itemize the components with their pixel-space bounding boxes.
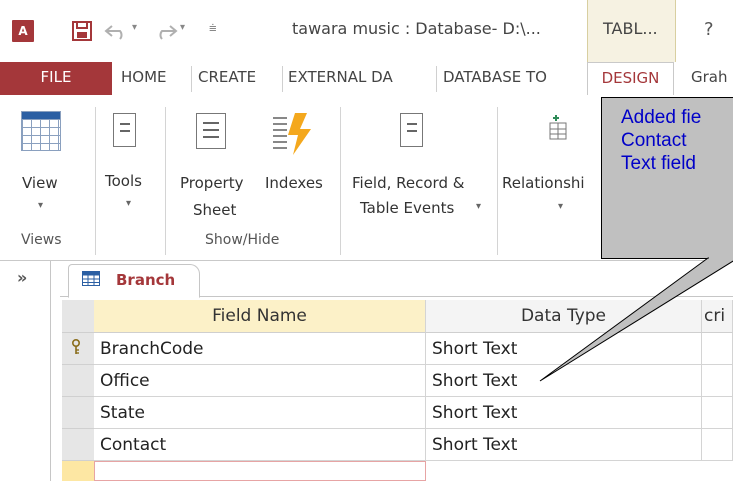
- tools-button[interactable]: Tools: [105, 168, 142, 194]
- column-header-description[interactable]: cri: [702, 300, 733, 333]
- column-header-field-name[interactable]: Field Name: [94, 300, 426, 333]
- tab-external-data[interactable]: EXTERNAL DA: [283, 62, 398, 95]
- navigation-pane-toggle[interactable]: »: [17, 268, 27, 287]
- description-cell[interactable]: [702, 365, 733, 397]
- undo-dropdown-icon[interactable]: ▾: [132, 22, 137, 33]
- data-type-cell[interactable]: Short Text: [426, 429, 702, 461]
- data-type-cell[interactable]: Short Text: [426, 365, 702, 397]
- group-label-show-hide: Show/Hide: [205, 232, 280, 248]
- table-events-button-line1[interactable]: Field, Record &: [352, 170, 464, 196]
- description-cell[interactable]: [702, 333, 733, 365]
- table-events-button-line2[interactable]: Table Events: [360, 195, 454, 221]
- property-sheet-button-line2[interactable]: Sheet: [193, 197, 236, 223]
- relationships-button[interactable]: Relationshi: [502, 170, 585, 196]
- ribbon-tab-bar: FILE HOME CREATE EXTERNAL DA DATABASE TO…: [0, 62, 733, 96]
- table-events-dropdown-icon[interactable]: ▾: [476, 201, 481, 212]
- row-selector[interactable]: [62, 397, 94, 429]
- field-name-cell[interactable]: BranchCode: [94, 333, 426, 365]
- tab-create[interactable]: CREATE: [193, 62, 261, 95]
- save-icon[interactable]: [72, 14, 92, 48]
- table-events-icon[interactable]: [400, 113, 423, 147]
- indexes-button[interactable]: Indexes: [265, 170, 323, 196]
- redo-dropdown-icon[interactable]: ▾: [180, 22, 185, 33]
- document-tab-label: Branch: [116, 271, 176, 289]
- field-name-cell[interactable]: State: [94, 397, 426, 429]
- table-icon: [82, 271, 100, 286]
- tab-user-name[interactable]: Grah: [686, 62, 733, 95]
- field-name-cell[interactable]: Contact: [94, 429, 426, 461]
- callout-line-1: Added fie: [621, 107, 702, 128]
- tab-database-tools[interactable]: DATABASE TO: [438, 62, 552, 95]
- navigation-pane: [0, 261, 51, 481]
- access-app-icon[interactable]: A: [12, 20, 34, 42]
- tools-icon[interactable]: [113, 113, 136, 147]
- new-field-name-cell[interactable]: [94, 461, 426, 481]
- relationships-dropdown-icon[interactable]: ▾: [558, 201, 563, 212]
- context-tab-label: TABL...: [603, 19, 658, 38]
- tab-file[interactable]: FILE: [0, 62, 112, 95]
- tools-dropdown-icon[interactable]: ▾: [126, 198, 131, 209]
- view-button[interactable]: View: [22, 170, 58, 196]
- property-sheet-button-line1[interactable]: Property: [180, 170, 243, 196]
- row-selector[interactable]: [62, 429, 94, 461]
- relationships-icon[interactable]: [547, 115, 569, 143]
- grid-corner-selector[interactable]: [62, 300, 94, 333]
- window-title: tawara music : Database- D:\...: [292, 19, 541, 38]
- undo-icon[interactable]: [104, 14, 130, 48]
- column-header-data-type[interactable]: Data Type: [426, 300, 702, 333]
- callout-text: Added fie Contact Text field: [621, 106, 701, 175]
- redo-icon[interactable]: [152, 14, 178, 48]
- group-label-views: Views: [21, 232, 62, 248]
- field-name-cell[interactable]: Office: [94, 365, 426, 397]
- callout-line-2: Contact: [621, 130, 687, 151]
- tab-design[interactable]: DESIGN: [587, 62, 674, 96]
- indexes-icon[interactable]: [273, 113, 313, 155]
- primary-key-icon: [71, 338, 81, 359]
- description-cell[interactable]: [702, 429, 733, 461]
- data-type-cell[interactable]: Short Text: [426, 333, 702, 365]
- new-row-selector[interactable]: [62, 461, 94, 481]
- description-cell[interactable]: [702, 397, 733, 429]
- help-button[interactable]: ?: [704, 19, 714, 40]
- tab-home[interactable]: HOME: [116, 62, 172, 95]
- view-dropdown-icon[interactable]: ▾: [38, 200, 43, 211]
- customize-qat-icon[interactable]: ⩧: [209, 21, 217, 36]
- property-sheet-icon[interactable]: [196, 113, 226, 149]
- callout-line-3: Text field: [621, 153, 696, 174]
- row-selector[interactable]: [62, 365, 94, 397]
- data-type-cell[interactable]: Short Text: [426, 397, 702, 429]
- view-datasheet-icon[interactable]: [21, 111, 61, 151]
